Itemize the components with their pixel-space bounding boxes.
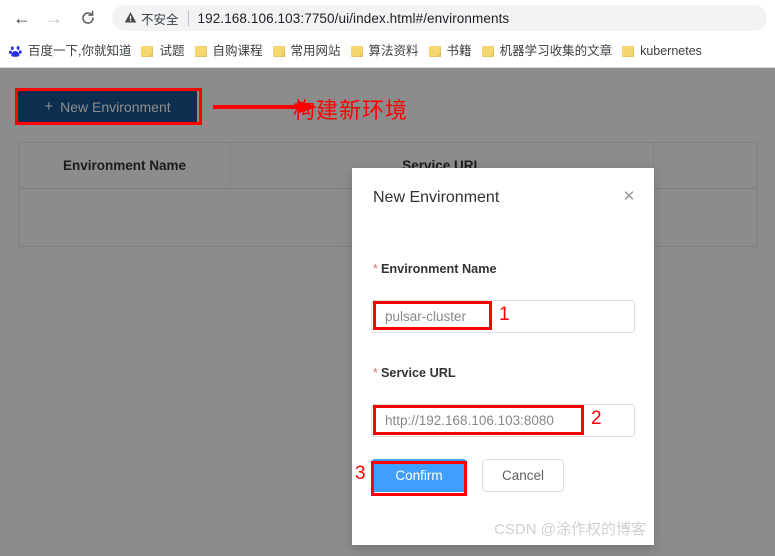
bookmark-item[interactable]: 常用网站	[272, 44, 341, 59]
watermark: CSDN @涂作权的博客	[494, 521, 646, 538]
bookmark-label: 算法资料	[368, 44, 419, 59]
omnibox-divider	[187, 10, 189, 26]
bookmarks-bar: 百度一下,你就知道 试题 自购课程 常用网站 算法资料 书籍 机器学习收集的文章	[0, 36, 775, 67]
dialog-title: New Environment	[373, 189, 500, 206]
folder-icon	[622, 46, 635, 57]
folder-icon	[141, 46, 154, 57]
bookmark-label: kubernetes	[640, 44, 702, 59]
bookmark-label: 书籍	[446, 44, 472, 59]
cancel-button[interactable]: Cancel	[482, 459, 564, 492]
baidu-icon	[9, 45, 22, 58]
bookmark-item[interactable]: 机器学习收集的文章	[481, 44, 613, 59]
dialog-actions: Confirm Cancel	[371, 459, 564, 492]
bookmark-item[interactable]: 自购课程	[194, 44, 263, 59]
required-marker: *	[373, 366, 378, 380]
service-url-label-text: Service URL	[380, 366, 456, 380]
security-status[interactable]: 不安全	[124, 9, 179, 28]
bookmark-label: 百度一下,你就知道	[28, 44, 132, 59]
bookmark-label: 常用网站	[290, 44, 341, 59]
arrow-right-icon[interactable]: →	[40, 4, 68, 32]
folder-icon	[481, 46, 494, 57]
bookmark-label: 试题	[159, 44, 185, 59]
bookmark-item[interactable]: 书籍	[428, 44, 472, 59]
folder-icon	[428, 46, 441, 57]
security-status-label: 不安全	[141, 12, 179, 27]
browser-nav-bar: ← → 不安全 192.168.106.103:7750/ui/index.ht…	[0, 0, 775, 36]
bookmark-item[interactable]: kubernetes	[622, 45, 702, 58]
service-url-input[interactable]: http://192.168.106.103:8080	[371, 404, 635, 437]
bookmark-item[interactable]: 试题	[141, 44, 185, 59]
environment-name-input[interactable]: pulsar-cluster	[371, 300, 635, 333]
bookmark-item[interactable]: 算法资料	[350, 44, 419, 59]
folder-icon	[272, 46, 285, 57]
environment-name-label-text: Environment Name	[380, 262, 497, 276]
arrow-left-icon[interactable]: ←	[8, 4, 36, 32]
new-environment-dialog: New Environment ✕ * Environment Name puls…	[352, 168, 654, 545]
folder-icon	[350, 46, 363, 57]
bookmark-label: 自购课程	[212, 44, 263, 59]
environment-name-label: * Environment Name	[373, 262, 497, 276]
service-url-label: * Service URL	[373, 366, 456, 380]
warning-triangle-icon	[124, 11, 137, 26]
bookmark-label: 机器学习收集的文章	[499, 44, 613, 59]
bookmark-item[interactable]: 百度一下,你就知道	[9, 45, 131, 58]
reload-icon[interactable]	[74, 4, 102, 32]
browser-chrome: ← → 不安全 192.168.106.103:7750/ui/index.ht…	[0, 0, 775, 68]
address-bar[interactable]: 不安全 192.168.106.103:7750/ui/index.html#/…	[112, 5, 767, 31]
folder-icon	[194, 46, 207, 57]
required-marker: *	[373, 262, 378, 276]
confirm-button[interactable]: Confirm	[371, 459, 467, 492]
close-icon[interactable]: ✕	[621, 189, 637, 205]
url-text[interactable]: 192.168.106.103:7750/ui/index.html#/envi…	[198, 11, 510, 26]
